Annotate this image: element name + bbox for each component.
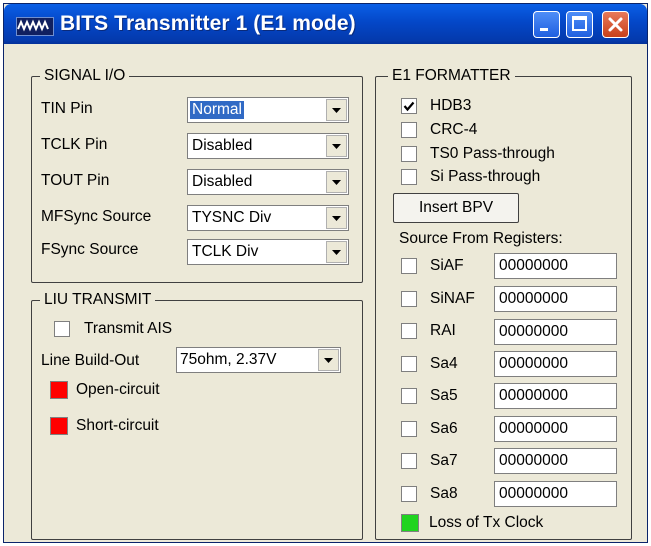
line-build-out-value: 75ohm, 2.37V [180,351,277,368]
tclk-pin-select[interactable]: Disabled [187,133,349,159]
short-circuit-indicator [50,417,68,435]
sinaf-label: SiNAF [430,290,475,307]
ts0-pass-through-checkbox[interactable] [401,146,417,162]
insert-bpv-button[interactable]: Insert BPV [393,193,519,223]
dropdown-arrow-button[interactable] [318,349,339,371]
tin-pin-select[interactable]: Normal [187,97,349,123]
dropdown-arrow-button[interactable] [326,99,347,121]
tin-pin-value: Normal [190,101,244,119]
siaf-checkbox[interactable] [401,258,417,274]
sa8-input[interactable]: 00000000 [494,481,617,507]
fsync-source-label: FSync Source [41,241,139,258]
sinaf-input[interactable]: 00000000 [494,286,617,312]
loss-of-tx-clock-indicator [401,514,419,532]
source-from-registers-label: Source From Registers: [399,230,563,247]
dropdown-arrow-button[interactable] [326,207,347,229]
rai-input[interactable]: 00000000 [494,319,617,345]
line-build-out-select[interactable]: 75ohm, 2.37V [176,347,341,373]
sa6-checkbox[interactable] [401,421,417,437]
chevron-down-icon [332,216,341,221]
si-pass-through-checkbox[interactable] [401,169,417,185]
tout-pin-label: TOUT Pin [41,172,110,189]
chevron-down-icon [332,180,341,185]
loss-of-tx-clock-label: Loss of Tx Clock [429,514,544,531]
crc4-checkbox[interactable] [401,122,417,138]
e1-formatter-group: E1 FORMATTER HDB3 CRC-4 TS0 Pass-through… [375,67,632,540]
mfsync-source-value: TYSNC Div [192,209,272,226]
sa8-checkbox[interactable] [401,486,417,502]
sa5-input[interactable]: 00000000 [494,383,617,409]
sa4-label: Sa4 [430,355,458,372]
signal-io-group: SIGNAL I/O TIN Pin Normal TCLK Pin Disab… [31,67,363,283]
rai-checkbox[interactable] [401,323,417,339]
chevron-down-icon [332,144,341,149]
line-build-out-label: Line Build-Out [41,352,140,369]
e1-formatter-legend: E1 FORMATTER [388,67,515,85]
sa8-label: Sa8 [430,485,458,502]
close-icon [608,17,623,32]
bits-transmitter-window: BITS Transmitter 1 (E1 mode) SIGNAL I/O … [3,3,648,543]
si-pass-through-label: Si Pass-through [430,168,541,185]
transmit-ais-checkbox[interactable] [54,321,70,337]
short-circuit-label: Short-circuit [76,417,159,434]
sa6-input[interactable]: 00000000 [494,416,617,442]
fsync-source-select[interactable]: TCLK Div [187,239,349,265]
crc4-label: CRC-4 [430,121,478,138]
app-icon[interactable] [16,17,54,36]
tout-pin-value: Disabled [192,173,253,190]
hdb3-checkbox[interactable] [401,98,417,114]
sinaf-checkbox[interactable] [401,291,417,307]
dropdown-arrow-button[interactable] [326,135,347,157]
open-circuit-indicator [50,381,68,399]
dropdown-arrow-button[interactable] [326,171,347,193]
siaf-label: SiAF [430,257,464,274]
fsync-source-value: TCLK Div [192,243,259,260]
window-title: BITS Transmitter 1 (E1 mode) [60,12,356,35]
sa5-checkbox[interactable] [401,388,417,404]
minimize-button[interactable] [533,11,560,38]
close-button[interactable] [602,11,629,38]
tclk-pin-label: TCLK Pin [41,136,108,153]
rai-label: RAI [430,322,456,339]
open-circuit-label: Open-circuit [76,381,160,398]
tclk-pin-value: Disabled [192,137,253,154]
ts0-pass-through-label: TS0 Pass-through [430,145,555,162]
sa4-checkbox[interactable] [401,356,417,372]
sa7-input[interactable]: 00000000 [494,448,617,474]
hdb3-label: HDB3 [430,97,472,114]
sa5-label: Sa5 [430,387,458,404]
siaf-input[interactable]: 00000000 [494,253,617,279]
tout-pin-select[interactable]: Disabled [187,169,349,195]
signal-io-legend: SIGNAL I/O [40,67,130,85]
sa4-input[interactable]: 00000000 [494,351,617,377]
liu-transmit-legend: LIU TRANSMIT [40,291,156,309]
mfsync-source-select[interactable]: TYSNC Div [187,205,349,231]
dropdown-arrow-button[interactable] [326,241,347,263]
checkmark-icon [403,101,415,112]
sa7-checkbox[interactable] [401,453,417,469]
mfsync-source-label: MFSync Source [41,208,152,225]
minimize-icon [540,28,548,31]
sa6-label: Sa6 [430,420,458,437]
maximize-button[interactable] [566,11,593,38]
chevron-down-icon [332,108,341,113]
transmit-ais-label: Transmit AIS [84,320,173,337]
chevron-down-icon [324,358,333,363]
title-bar[interactable]: BITS Transmitter 1 (E1 mode) [4,4,647,44]
chevron-down-icon [332,250,341,255]
tin-pin-label: TIN Pin [41,100,93,117]
maximize-icon [572,16,587,31]
liu-transmit-group: LIU TRANSMIT Transmit AIS Line Build-Out… [31,291,363,540]
sa7-label: Sa7 [430,452,458,469]
